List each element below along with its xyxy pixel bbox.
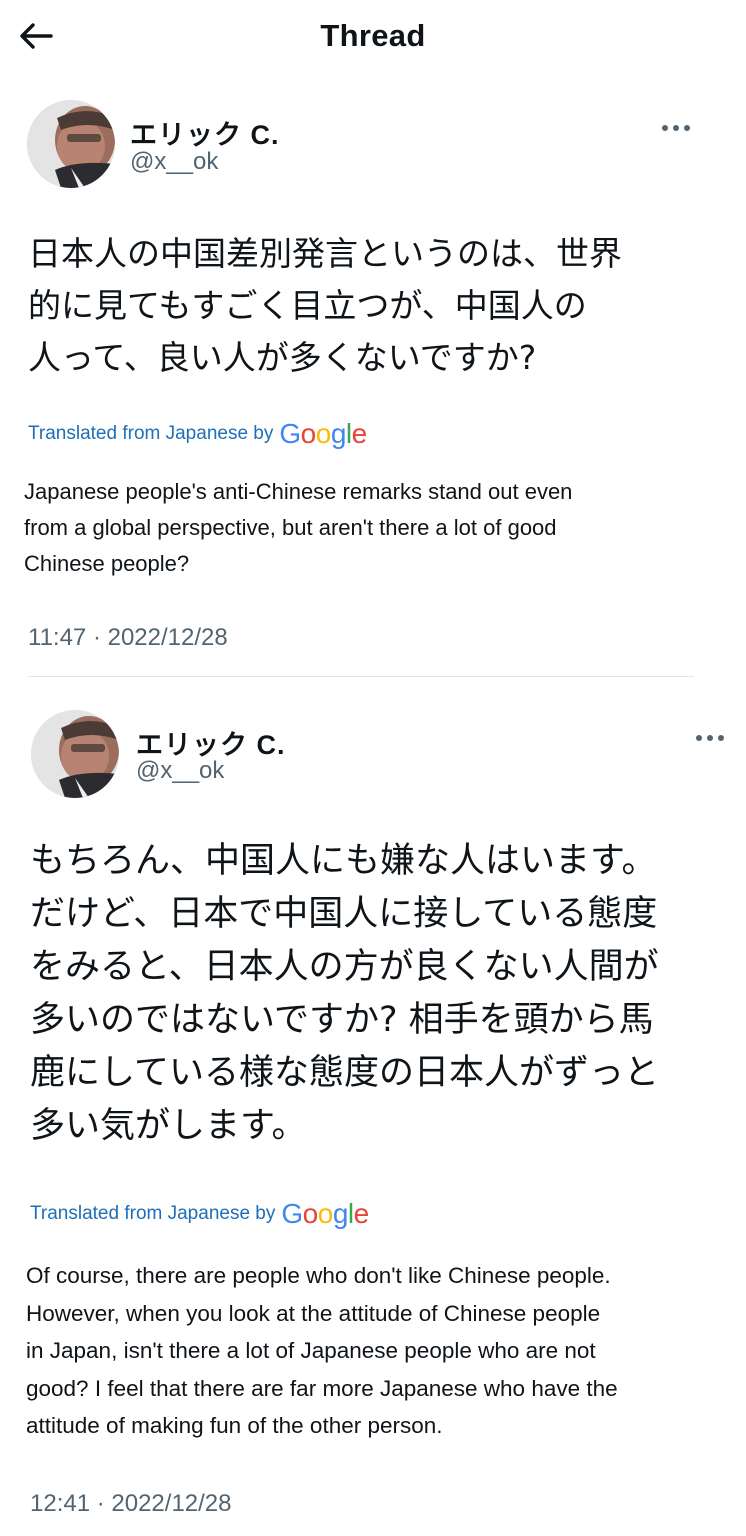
text-line: 人って、良い人が多くないですか? (28, 338, 537, 377)
text-line: 日本人の中国差別発言というのは、世界 (28, 234, 622, 273)
translation-attribution[interactable]: Translated from Japanese by Google (30, 1198, 369, 1230)
google-logo: Google (281, 1198, 369, 1229)
translated-label: Translated from Japanese by (28, 423, 274, 444)
text-line: However, when you look at the attitude o… (26, 1300, 601, 1326)
more-icon (662, 125, 690, 131)
translated-label: Translated from Japanese by (30, 1203, 276, 1224)
author-handle[interactable]: @x__ok (136, 757, 224, 785)
avatar[interactable] (31, 710, 119, 798)
text-line: Of course, there are people who don't li… (26, 1263, 611, 1288)
author-handle[interactable]: @x__ok (130, 148, 218, 176)
google-logo: Google (279, 418, 367, 449)
text-line: in Japan, isn't there a lot of Japanese … (26, 1338, 596, 1363)
text-line: 多い気がします。 (30, 1106, 307, 1146)
text-line: 多いのではないですか? 相手を頭から馬 (30, 1000, 654, 1040)
tweet-original-text: もちろん、中国人にも嫌な人はいます。 だけど、日本で中国人に接している態度 をみ… (30, 835, 659, 1153)
text-line: Chinese people? (24, 551, 190, 576)
text-line: Japanese people's anti-Chinese remarks s… (24, 479, 573, 504)
tweet-original-text: 日本人の中国差別発言というのは、世界 的に見てもすごく目立つが、中国人の 人って… (28, 228, 622, 384)
author-name[interactable]: エリック C. (130, 113, 280, 152)
text-line: だけど、日本で中国人に接している態度 (30, 894, 658, 934)
tweet[interactable]: エリック C. @x__ok もちろん、中国人にも嫌な人はいます。 だけど、日本… (0, 677, 746, 1536)
text-line: from a global perspective, but aren't th… (24, 515, 557, 540)
more-options-button[interactable] (688, 726, 732, 750)
text-line: をみると、日本人の方が良くない人間が (30, 947, 659, 987)
tweet-translation-text: Of course, there are people who don't li… (26, 1257, 618, 1445)
avatar[interactable] (27, 100, 115, 188)
tweet-translation-text: Japanese people's anti-Chinese remarks s… (24, 474, 572, 582)
profile-photo (31, 710, 119, 798)
text-line: もちろん、中国人にも嫌な人はいます。 (30, 841, 657, 881)
text-line: 的に見てもすごく目立つが、中国人の (28, 286, 587, 325)
tweet-timestamp[interactable]: 11:47 · 2022/12/28 (28, 624, 228, 652)
text-line: 鹿にしている様な態度の日本人がずっと (30, 1053, 659, 1093)
more-options-button[interactable] (654, 116, 698, 140)
more-icon (696, 735, 724, 741)
tweet[interactable]: エリック C. @x__ok 日本人の中国差別発言というのは、世界 的に見てもす… (0, 0, 746, 676)
translation-attribution[interactable]: Translated from Japanese by Google (28, 418, 367, 450)
tweet-timestamp[interactable]: 12:41 · 2022/12/28 (30, 1490, 232, 1518)
profile-photo (27, 100, 115, 188)
text-line: attitude of making fun of the other pers… (26, 1413, 443, 1438)
text-line: good? I feel that there are far more Jap… (26, 1375, 618, 1401)
